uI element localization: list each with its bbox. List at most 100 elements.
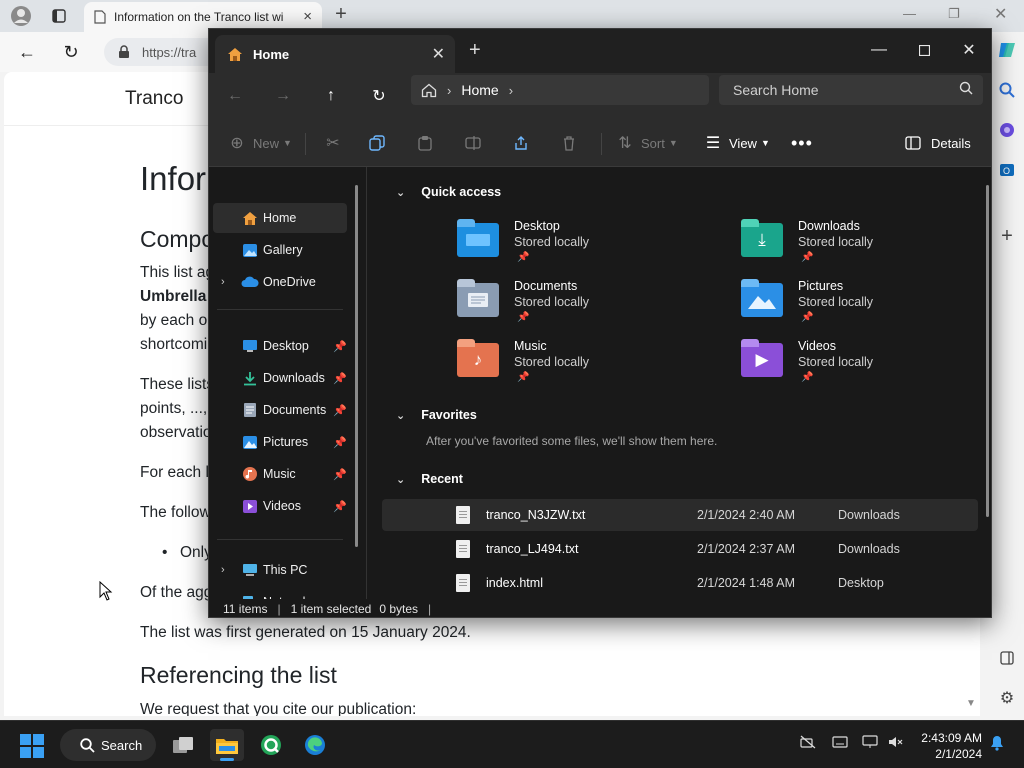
favorites-header[interactable]: ⌄ Favorites xyxy=(396,408,477,422)
computer-icon xyxy=(243,564,257,576)
sidebar-add-icon[interactable]: + xyxy=(990,222,1024,250)
taskbar-app-green[interactable] xyxy=(254,729,288,761)
nav-pane-scrollbar[interactable] xyxy=(355,185,358,547)
nav-item-music[interactable]: Music 📌 xyxy=(213,459,347,489)
explorer-address-bar[interactable]: › Home › xyxy=(411,75,709,105)
sidebar-search-icon[interactable] xyxy=(990,76,1024,104)
nav-separator xyxy=(217,539,343,540)
browser-close-icon[interactable]: ✕ xyxy=(994,4,1007,24)
volume-muted-icon[interactable] xyxy=(888,735,904,752)
nav-item-gallery[interactable]: Gallery xyxy=(213,235,347,265)
new-tab-button[interactable]: + xyxy=(469,39,481,62)
tab-actions-button[interactable] xyxy=(46,4,72,28)
chevron-right-icon[interactable]: › xyxy=(221,276,225,288)
breadcrumb-home[interactable]: Home xyxy=(461,82,498,98)
pin-icon[interactable]: 📌 xyxy=(517,312,529,323)
pin-icon[interactable]: 📌 xyxy=(333,468,347,481)
sidebar-settings-icon[interactable]: ⚙ xyxy=(990,684,1024,712)
chevron-down-icon[interactable]: ⌄ xyxy=(396,409,405,422)
paste-button[interactable] xyxy=(417,131,433,155)
more-options-icon[interactable]: ••• xyxy=(791,131,813,155)
nav-item-pictures[interactable]: Pictures 📌 xyxy=(213,427,347,457)
recent-header[interactable]: ⌄ Recent xyxy=(396,472,463,486)
keyboard-icon[interactable] xyxy=(832,735,848,751)
new-button[interactable]: ⊕ New ▼ xyxy=(225,131,292,155)
display-icon[interactable] xyxy=(862,735,878,752)
chevron-down-icon[interactable]: ⌄ xyxy=(396,473,405,486)
chevron-right-icon[interactable]: › xyxy=(509,83,513,98)
maximize-icon[interactable] xyxy=(910,37,938,63)
recent-file-row[interactable]: index.html 2/1/2024 1:48 AM Desktop xyxy=(382,567,978,599)
close-tab-icon[interactable]: ✕ xyxy=(432,44,445,64)
nav-item-desktop[interactable]: Desktop 📌 xyxy=(213,331,347,361)
pin-icon[interactable]: 📌 xyxy=(333,500,347,513)
up-arrow-icon[interactable]: ↑ xyxy=(317,82,345,110)
explorer-tab-home[interactable]: Home ✕ xyxy=(215,35,455,73)
outlook-icon[interactable]: O xyxy=(990,156,1024,184)
chevron-right-icon[interactable]: › xyxy=(447,83,451,98)
delete-button[interactable] xyxy=(561,131,577,155)
sort-button[interactable]: ⇅ Sort ▼ xyxy=(613,131,677,155)
back-arrow-icon[interactable]: ← xyxy=(221,82,249,110)
quick-access-videos[interactable]: ▶ Videos Stored locally 📌 xyxy=(741,339,981,395)
copilot-icon[interactable] xyxy=(990,36,1024,64)
nav-item-documents[interactable]: Documents 📌 xyxy=(213,395,347,425)
taskbar-search-button[interactable]: Search xyxy=(60,729,156,761)
recent-file-row[interactable]: tranco_LJ494.txt 2/1/2024 2:37 AM Downlo… xyxy=(382,533,978,565)
sidebar-extension-icon[interactable] xyxy=(990,116,1024,144)
rename-button[interactable] xyxy=(465,131,481,155)
pin-icon[interactable]: 📌 xyxy=(801,252,813,263)
nav-item-home[interactable]: Home xyxy=(213,203,347,233)
pin-icon[interactable]: 📌 xyxy=(333,436,347,449)
details-pane-button[interactable]: Details xyxy=(905,131,971,155)
refresh-icon[interactable]: ↻ xyxy=(58,40,84,64)
copy-button[interactable] xyxy=(369,131,385,155)
refresh-icon[interactable]: ↻ xyxy=(365,82,393,110)
view-button[interactable]: ☰ View ▼ xyxy=(701,131,770,155)
browser-minimize-icon[interactable]: — xyxy=(903,6,916,21)
scroll-down-arrow-icon[interactable]: ▼ xyxy=(966,698,976,709)
nav-item-downloads[interactable]: Downloads 📌 xyxy=(213,363,347,393)
pin-icon[interactable]: 📌 xyxy=(333,340,347,353)
quick-access-downloads[interactable]: ⤓ Downloads Stored locally 📌 xyxy=(741,219,981,275)
content-scrollbar[interactable] xyxy=(986,185,989,517)
taskbar-task-view[interactable] xyxy=(166,729,200,761)
sidebar-panel-icon[interactable] xyxy=(990,644,1024,672)
nav-item-this-pc[interactable]: › This PC xyxy=(213,555,347,585)
quick-access-documents[interactable]: Documents Stored locally 📌 xyxy=(457,279,697,335)
recent-file-row[interactable]: tranco_N3JZW.txt 2/1/2024 2:40 AM Downlo… xyxy=(382,499,978,531)
share-button[interactable] xyxy=(513,131,529,155)
site-brand-link[interactable]: Tranco xyxy=(125,88,183,110)
videos-folder-icon: ▶ xyxy=(741,339,783,377)
network-disconnected-icon[interactable] xyxy=(800,735,816,752)
profile-avatar[interactable] xyxy=(8,4,34,28)
quick-access-music[interactable]: ♪ Music Stored locally 📌 xyxy=(457,339,697,395)
pin-icon[interactable]: 📌 xyxy=(517,372,529,383)
cut-button[interactable]: ✂ xyxy=(321,131,345,155)
system-clock[interactable]: 2:43:09 AM 2/1/2024 xyxy=(914,730,982,762)
quick-access-desktop[interactable]: Desktop Stored locally 📌 xyxy=(457,219,697,275)
new-tab-button[interactable]: + xyxy=(330,4,352,26)
pin-icon[interactable]: 📌 xyxy=(517,252,529,263)
browser-restore-icon[interactable]: ❐ xyxy=(948,6,960,22)
notification-bell-icon[interactable] xyxy=(990,735,1004,754)
pin-icon[interactable]: 📌 xyxy=(333,372,347,385)
taskbar-file-explorer[interactable] xyxy=(210,729,244,761)
chevron-right-icon[interactable]: › xyxy=(221,564,225,576)
back-arrow-icon[interactable]: ← xyxy=(14,40,40,64)
close-window-icon[interactable]: ✕ xyxy=(955,37,983,63)
start-button-windows-icon[interactable] xyxy=(20,734,44,758)
forward-arrow-icon[interactable]: → xyxy=(269,82,297,110)
quick-access-pictures[interactable]: Pictures Stored locally 📌 xyxy=(741,279,981,335)
search-input[interactable]: Search Home xyxy=(719,75,983,105)
nav-item-onedrive[interactable]: › OneDrive xyxy=(213,267,347,297)
pin-icon[interactable]: 📌 xyxy=(801,372,813,383)
nav-item-videos[interactable]: Videos 📌 xyxy=(213,491,347,521)
chevron-down-icon[interactable]: ⌄ xyxy=(396,186,405,199)
close-tab-icon[interactable]: × xyxy=(303,8,312,25)
pin-icon[interactable]: 📌 xyxy=(333,404,347,417)
taskbar-edge[interactable] xyxy=(298,729,332,761)
quick-access-header[interactable]: ⌄ Quick access xyxy=(396,185,501,199)
pin-icon[interactable]: 📌 xyxy=(801,312,813,323)
minimize-icon[interactable]: — xyxy=(865,37,893,63)
